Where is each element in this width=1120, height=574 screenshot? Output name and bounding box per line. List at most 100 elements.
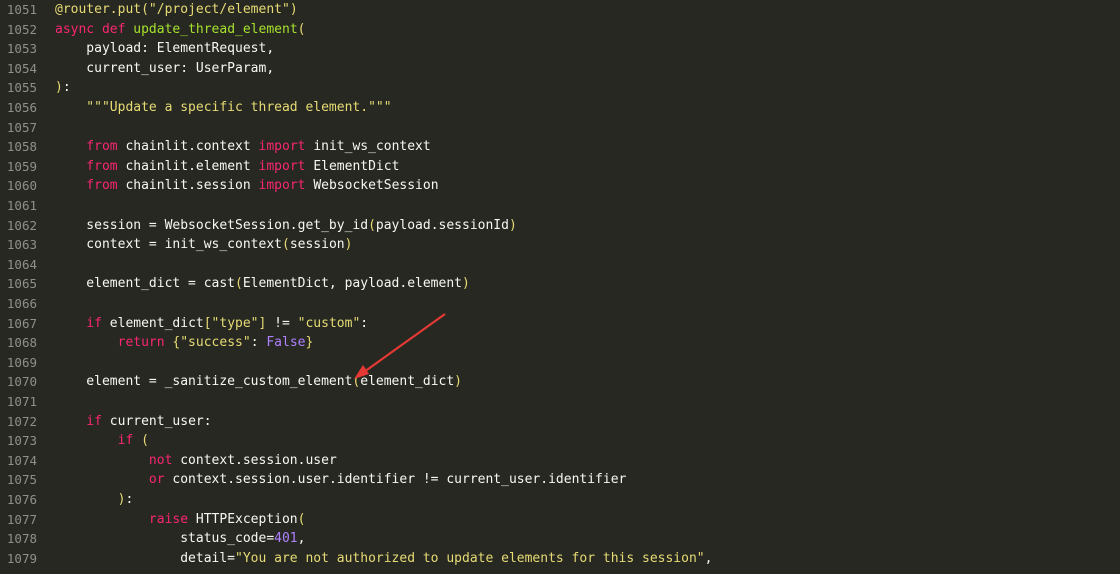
code-text: current_user: UserParam, [55, 59, 274, 79]
code-line: 1079 detail="You are not authorized to u… [0, 549, 1120, 569]
code-token: False [266, 335, 306, 351]
code-text: if current_user: [55, 412, 212, 432]
line-number: 1060 [6, 178, 37, 194]
code-token: ( [281, 237, 290, 253]
code-text: element_dict = cast(ElementDict, payload… [55, 274, 470, 294]
code-token: "/project/element" [148, 2, 290, 17]
code-text: @router.put("/project/element") [55, 0, 298, 20]
code-line: 1056 """Update a specific thread element… [0, 98, 1120, 118]
line-number: 1058 [6, 139, 37, 155]
code-token: , [704, 550, 713, 566]
line-number: 1064 [6, 256, 37, 272]
code-line: 1073 if ( [0, 431, 1120, 451]
code-token: raise [55, 511, 196, 527]
code-token: element_dict [360, 374, 455, 390]
code-token: "You are not authorized to update elemen… [235, 550, 705, 566]
code-line: 1070 element = _sanitize_custom_element(… [0, 372, 1120, 392]
code-token: : [62, 80, 71, 96]
line-number: 1051 [6, 2, 37, 17]
code-text: session = WebsocketSession.get_by_id(pay… [55, 216, 517, 236]
code-token: from [55, 139, 126, 155]
code-token: ( [297, 21, 306, 37]
line-number: 1061 [6, 198, 37, 213]
code-token: ) [508, 217, 517, 233]
code-line: 1055): [0, 78, 1120, 98]
line-number: 1079 [6, 550, 37, 566]
code-token: """Update a specific thread element.""" [55, 100, 392, 115]
code-token: not [55, 452, 181, 468]
line-number: 1074 [6, 452, 37, 468]
code-token: ( [297, 511, 306, 527]
line-number: 1078 [6, 531, 37, 547]
code-text: payload: ElementRequest, [55, 39, 274, 59]
code-text: """Update a specific thread element.""" [55, 98, 392, 118]
code-token: current_user: UserParam, [55, 60, 275, 76]
code-token: ) [462, 276, 470, 292]
code-token: @router.put( [55, 2, 149, 17]
code-line: 1053 payload: ElementRequest, [0, 39, 1120, 59]
code-line: 1076 ): [0, 490, 1120, 510]
code-token: from [55, 178, 126, 194]
line-number: 1075 [6, 472, 37, 488]
code-token: [ [203, 315, 212, 331]
code-token: chainlit.element [125, 158, 259, 174]
code-token: ( [235, 276, 243, 292]
code-token: element_dict [109, 315, 204, 331]
line-number: 1068 [6, 335, 37, 351]
code-token: payload: ElementRequest, [55, 41, 275, 57]
code-text: if ( [55, 431, 149, 451]
code-token: 401 [274, 531, 298, 547]
code-token: : [360, 315, 369, 331]
code-text: status_code=401, [55, 529, 305, 549]
code-token: if [55, 433, 142, 449]
code-line: 1054 current_user: UserParam, [0, 59, 1120, 79]
code-line: 1060 from chainlit.session import Websoc… [0, 176, 1120, 196]
code-line: 1067 if element_dict["type"] != "custom"… [0, 314, 1120, 334]
code-line: 1064 [0, 255, 1120, 275]
code-token: ( [141, 433, 149, 449]
line-number: 1069 [6, 354, 37, 370]
line-number: 1073 [6, 433, 37, 449]
code-text: context = init_ws_context(session) [55, 235, 352, 255]
code-editor[interactable]: 1051 @router.put("/project/element") 1052 a… [0, 0, 1120, 574]
code-text: return {"success": False} [55, 333, 314, 353]
code-line: 1066 [0, 294, 1120, 314]
code-token: element_dict = cast [55, 276, 236, 292]
code-token: "custom" [297, 315, 361, 331]
code-text: raise HTTPException( [55, 510, 306, 530]
code-line: 1058 from chainlit.context import init_w… [0, 137, 1120, 157]
line-number: 1065 [6, 276, 37, 292]
code-token: WebsocketSession [313, 178, 439, 194]
code-token: init_ws_context [313, 139, 431, 155]
code-text: ): [55, 490, 134, 510]
code-token: import [258, 158, 314, 174]
code-token: != [266, 315, 298, 331]
code-text: not context.session.user [55, 451, 337, 471]
line-number: 1059 [6, 158, 37, 174]
code-line: 1072 if current_user: [0, 412, 1120, 432]
code-token: import [258, 139, 314, 155]
code-line: 1057 [0, 118, 1120, 138]
line-number: 1062 [6, 217, 37, 233]
code-token: current_user: [109, 413, 212, 429]
code-line: 1068 return {"success": False} [0, 333, 1120, 353]
line-number: 1071 [6, 394, 37, 409]
line-number: 1072 [6, 413, 37, 429]
code-token: ( [368, 217, 376, 233]
code-line: 1051 @router.put("/project/element") [0, 0, 1120, 20]
code-text: or context.session.user.identifier != cu… [55, 470, 626, 490]
code-token: session [289, 237, 345, 253]
code-token: ) [289, 2, 298, 17]
code-token: ElementDict, payload.element [242, 276, 462, 292]
code-token: "type" [211, 315, 259, 331]
line-number: 1053 [6, 41, 37, 57]
code-line: 1063 context = init_ws_context(session) [0, 235, 1120, 255]
code-text: from chainlit.context import init_ws_con… [55, 137, 431, 157]
code-token: context.session.user.identifier != curre… [172, 472, 627, 488]
code-text: ): [55, 78, 71, 98]
code-token: import [258, 178, 314, 194]
code-token: async def [55, 21, 134, 37]
code-line: 1074 not context.session.user [0, 451, 1120, 471]
code-text: detail="You are not authorized to update… [55, 549, 712, 569]
code-token: ElementDict [313, 158, 400, 174]
